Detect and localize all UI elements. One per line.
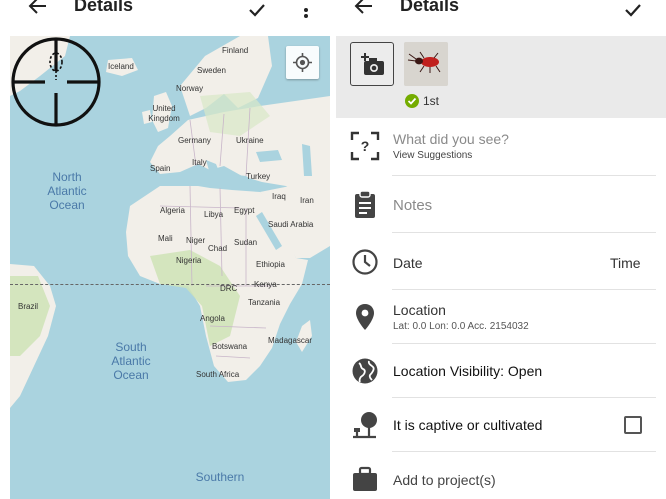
check-icon[interactable] bbox=[623, 0, 643, 20]
captive-plant-icon bbox=[353, 412, 377, 439]
my-location-button[interactable] bbox=[286, 46, 319, 79]
back-arrow-icon[interactable] bbox=[352, 0, 374, 18]
map-label: Ukraine bbox=[236, 136, 264, 145]
location-row[interactable]: Location Lat: 0.0 Lon: 0.0 Acc. 2154032 bbox=[336, 290, 666, 344]
globe-icon bbox=[352, 358, 378, 384]
svg-text:?: ? bbox=[361, 138, 370, 154]
add-photo-icon bbox=[361, 53, 384, 75]
check-icon[interactable] bbox=[247, 0, 267, 20]
map-label: Egypt bbox=[234, 206, 255, 215]
my-location-icon bbox=[293, 53, 312, 72]
photo-strip: 1st bbox=[336, 36, 666, 118]
map-label: Algeria bbox=[160, 206, 185, 215]
date-time-row: Date Time bbox=[336, 233, 666, 290]
page-title: Details bbox=[400, 0, 460, 15]
species-row[interactable]: ? What did you see? View Suggestions bbox=[336, 118, 666, 176]
map-label: Ethiopia bbox=[256, 260, 285, 269]
date-field[interactable]: Date bbox=[393, 255, 423, 271]
location-coordinates: Lat: 0.0 Lon: 0.0 Acc. 2154032 bbox=[393, 321, 529, 332]
first-photo-label: 1st bbox=[405, 94, 439, 108]
location-visibility-label: Location Visibility: Open bbox=[393, 363, 543, 379]
captive-label: It is captive or cultivated bbox=[393, 417, 543, 433]
location-pin-icon bbox=[356, 304, 374, 330]
ocean-label: South Atlantic Ocean bbox=[111, 340, 151, 382]
checkmark-circle-icon bbox=[405, 94, 419, 108]
notes-input[interactable]: Notes bbox=[393, 197, 432, 214]
ocean-label: Southern bbox=[195, 470, 245, 484]
map-app-bar: Details bbox=[0, 0, 333, 36]
time-field[interactable]: Time bbox=[610, 255, 641, 271]
first-photo-text: 1st bbox=[423, 94, 440, 108]
help-icon: ? bbox=[350, 131, 380, 161]
map-label: Norway bbox=[176, 84, 204, 93]
view-suggestions-link[interactable]: View Suggestions bbox=[393, 150, 472, 161]
map-label: South Africa bbox=[196, 370, 240, 379]
map-label: Iceland bbox=[108, 62, 134, 71]
equator-line bbox=[10, 284, 330, 285]
map-label: Kenya bbox=[254, 280, 277, 289]
map-label: Tanzania bbox=[248, 298, 281, 307]
add-to-projects-label: Add to project(s) bbox=[393, 472, 496, 488]
map-label: Sweden bbox=[197, 66, 226, 75]
more-vert-icon[interactable] bbox=[296, 2, 316, 22]
map-label: Libya bbox=[204, 210, 224, 219]
map-label: Angola bbox=[200, 314, 225, 323]
notes-row[interactable]: Notes bbox=[336, 176, 666, 233]
form-app-bar: Details bbox=[336, 0, 666, 36]
map-label: Nigeria bbox=[176, 256, 202, 265]
clock-icon bbox=[352, 249, 378, 275]
map-label: DRC bbox=[220, 284, 238, 293]
map-screen: Details Finland Sweden Norway Iceland Un… bbox=[0, 0, 333, 499]
observation-photo[interactable] bbox=[404, 42, 448, 86]
captive-row[interactable]: It is captive or cultivated bbox=[336, 398, 666, 452]
map-label: Iran bbox=[300, 196, 314, 205]
location-visibility-row[interactable]: Location Visibility: Open bbox=[336, 344, 666, 398]
insect-photo bbox=[404, 42, 448, 86]
ocean-label: North Atlantic Ocean bbox=[47, 170, 87, 212]
map-label: Mali bbox=[158, 234, 173, 243]
clipboard-icon bbox=[355, 190, 375, 218]
projects-row[interactable]: Add to project(s) bbox=[336, 452, 666, 499]
back-arrow-icon[interactable] bbox=[26, 0, 48, 18]
map-label: Italy bbox=[192, 158, 207, 167]
map-label: Niger bbox=[186, 236, 206, 245]
map-label: Finland bbox=[222, 46, 249, 55]
briefcase-icon bbox=[353, 466, 377, 491]
map-label: Madagascar bbox=[268, 336, 313, 345]
map-view[interactable]: Finland Sweden Norway Iceland United Kin… bbox=[10, 36, 330, 499]
map-label: Botswana bbox=[212, 342, 248, 351]
captive-checkbox[interactable] bbox=[624, 416, 642, 434]
map-label: Spain bbox=[150, 164, 171, 173]
crosshair-icon bbox=[11, 37, 101, 127]
details-form-screen: Details 1st ? What did you see? View Sug… bbox=[336, 0, 666, 499]
species-input-label: What did you see? bbox=[393, 131, 509, 147]
map-label: Iraq bbox=[272, 192, 286, 201]
page-title: Details bbox=[74, 0, 134, 15]
add-photo-button[interactable] bbox=[350, 42, 394, 86]
map-label: Brazil bbox=[18, 302, 39, 311]
map-label: Sudan bbox=[234, 238, 258, 247]
map-label: Chad bbox=[208, 244, 228, 253]
map-label: Germany bbox=[178, 136, 211, 145]
map-label: Saudi Arabia bbox=[268, 220, 314, 229]
map-label: Turkey bbox=[246, 172, 271, 181]
location-label: Location bbox=[393, 302, 446, 318]
map-label: United Kingdom bbox=[148, 104, 180, 123]
